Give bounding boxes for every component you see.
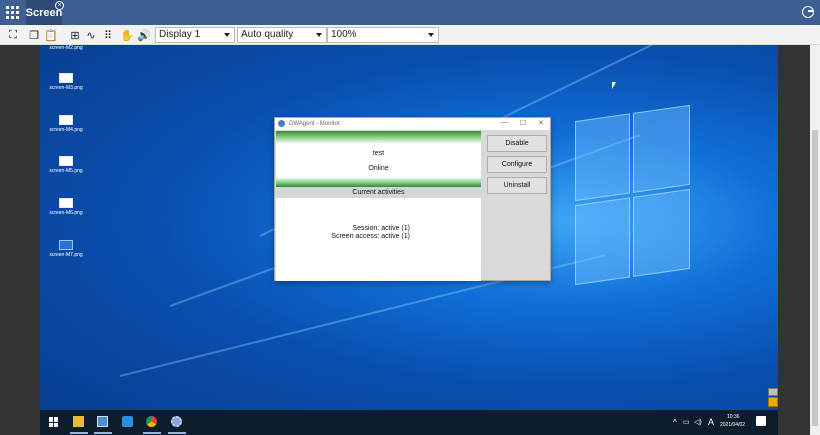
maximize-icon[interactable]: ☐	[520, 119, 526, 127]
quality-select[interactable]: Auto quality	[237, 27, 327, 43]
remote-viewport[interactable]: screen-M2.png screen-M3.png screen-M4.pn…	[0, 45, 820, 435]
logout-icon[interactable]	[802, 6, 814, 18]
image-file-icon	[59, 156, 73, 166]
paste-icon[interactable]: 📋	[44, 28, 58, 42]
side-widget[interactable]	[768, 388, 778, 408]
fullscreen-icon[interactable]: ⛶	[6, 28, 20, 42]
desktop-icon[interactable]: screen-M5.png	[46, 156, 86, 174]
desktop-icon[interactable]: screen-M7.png	[46, 240, 86, 258]
store-icon[interactable]	[122, 416, 133, 427]
quality-select-value: Auto quality	[241, 29, 294, 40]
chrome-icon[interactable]	[146, 416, 157, 427]
activity-session: Session: active (1)	[352, 225, 410, 232]
configure-button-label: Configure	[501, 161, 533, 168]
disable-button-label: Disable	[505, 140, 529, 147]
image-file-icon	[59, 198, 73, 208]
toolbar: ⛶ ❐ 📋 ⊞ ∿ ⠿ ✋ 🔊 Display 1 Auto quality 1…	[0, 25, 820, 45]
input-language[interactable]: A	[708, 417, 714, 427]
remote-desktop[interactable]: screen-M2.png screen-M3.png screen-M4.pn…	[40, 45, 778, 435]
chevron-down-icon	[428, 33, 434, 37]
app-top-bar: Screen ×	[0, 0, 820, 25]
active-app-indicator	[143, 432, 161, 434]
chevron-down-icon	[316, 33, 322, 37]
activity-screen-access: Screen access: active (1)	[331, 233, 410, 240]
uninstall-button-label: Uninstall	[503, 182, 531, 189]
window-title-bar[interactable]: DWAgent - Monitor — ☐ ✕	[275, 118, 550, 130]
uninstall-button[interactable]: Uninstall	[487, 177, 547, 194]
activity-icon[interactable]: ∿	[84, 28, 98, 42]
windows-key-icon[interactable]: ⊞	[68, 28, 82, 42]
clock-time[interactable]: 10:36	[727, 414, 740, 420]
desktop-icon-label: screen-M2.png	[49, 45, 83, 51]
desktop-icon-label: screen-M7.png	[49, 252, 83, 258]
desktop-icon[interactable]: screen-M3.png	[46, 73, 86, 91]
zoom-select[interactable]: 100%	[327, 27, 439, 43]
status-band-top	[276, 131, 481, 144]
network-icon[interactable]: ▭	[683, 418, 690, 426]
disable-button[interactable]: Disable	[487, 135, 547, 152]
speaker-icon[interactable]: 🔊	[137, 28, 151, 42]
image-viewer-icon[interactable]	[97, 416, 108, 427]
window-title: DWAgent - Monitor	[289, 121, 340, 127]
agent-info-panel: test Online Current activities Session: …	[276, 131, 481, 281]
windows-logo	[575, 104, 690, 291]
agent-name: test	[372, 150, 385, 157]
copy-icon[interactable]: ❐	[27, 28, 41, 42]
side-widget-top-icon	[768, 388, 778, 396]
image-file-icon	[59, 73, 73, 83]
active-app-indicator	[70, 432, 88, 434]
desktop-icon[interactable]: screen-M2.png	[46, 45, 86, 51]
file-explorer-icon[interactable]	[73, 416, 84, 427]
zoom-select-value: 100%	[331, 29, 357, 40]
agent-status: Online	[368, 165, 389, 172]
image-file-icon	[59, 115, 73, 125]
status-band-bottom	[276, 177, 481, 187]
desktop-icon[interactable]: screen-M6.png	[46, 198, 86, 216]
keyboard-icon[interactable]: ⠿	[101, 28, 115, 42]
volume-icon[interactable]: ◁)	[694, 418, 702, 426]
active-app-indicator	[94, 432, 112, 434]
active-app-indicator	[168, 432, 186, 434]
minimize-icon[interactable]: —	[501, 119, 508, 127]
chevron-down-icon	[224, 33, 230, 37]
close-icon[interactable]: ✕	[538, 119, 544, 127]
notifications-icon[interactable]	[756, 416, 766, 426]
start-icon[interactable]	[49, 417, 59, 427]
display-select[interactable]: Display 1	[155, 27, 235, 43]
windows-taskbar: ^ ▭ ◁) A 10:36 2021/04/02	[40, 410, 778, 435]
side-widget-bottom-icon	[768, 397, 778, 407]
activities-header: Current activities	[276, 187, 481, 198]
scrollbar-thumb[interactable]	[812, 130, 818, 426]
desktop-icon[interactable]: screen-M4.png	[46, 115, 86, 133]
settings-gear-icon[interactable]	[171, 416, 182, 427]
desktop-icon-label: screen-M5.png	[49, 168, 83, 174]
agent-app-icon	[278, 120, 285, 127]
vertical-scrollbar[interactable]	[810, 45, 820, 435]
image-file-icon	[59, 240, 73, 250]
close-icon[interactable]: ×	[55, 1, 64, 10]
mouse-cursor-icon	[612, 82, 616, 89]
apps-grid-icon[interactable]	[0, 0, 25, 25]
desktop-icon-label: screen-M6.png	[49, 210, 83, 216]
display-select-value: Display 1	[159, 29, 201, 40]
configure-button[interactable]: Configure	[487, 156, 547, 173]
clock-date[interactable]: 2021/04/02	[720, 422, 745, 428]
tray-chevron-icon[interactable]: ^	[673, 418, 677, 427]
desktop-icon-label: screen-M3.png	[49, 85, 83, 91]
desktop-icon-label: screen-M4.png	[49, 127, 83, 133]
agent-monitor-window: DWAgent - Monitor — ☐ ✕ test Online Curr…	[274, 117, 551, 281]
hand-icon[interactable]: ✋	[120, 28, 134, 42]
system-tray: ^ ▭ ◁) A 10:36 2021/04/02	[673, 410, 778, 435]
